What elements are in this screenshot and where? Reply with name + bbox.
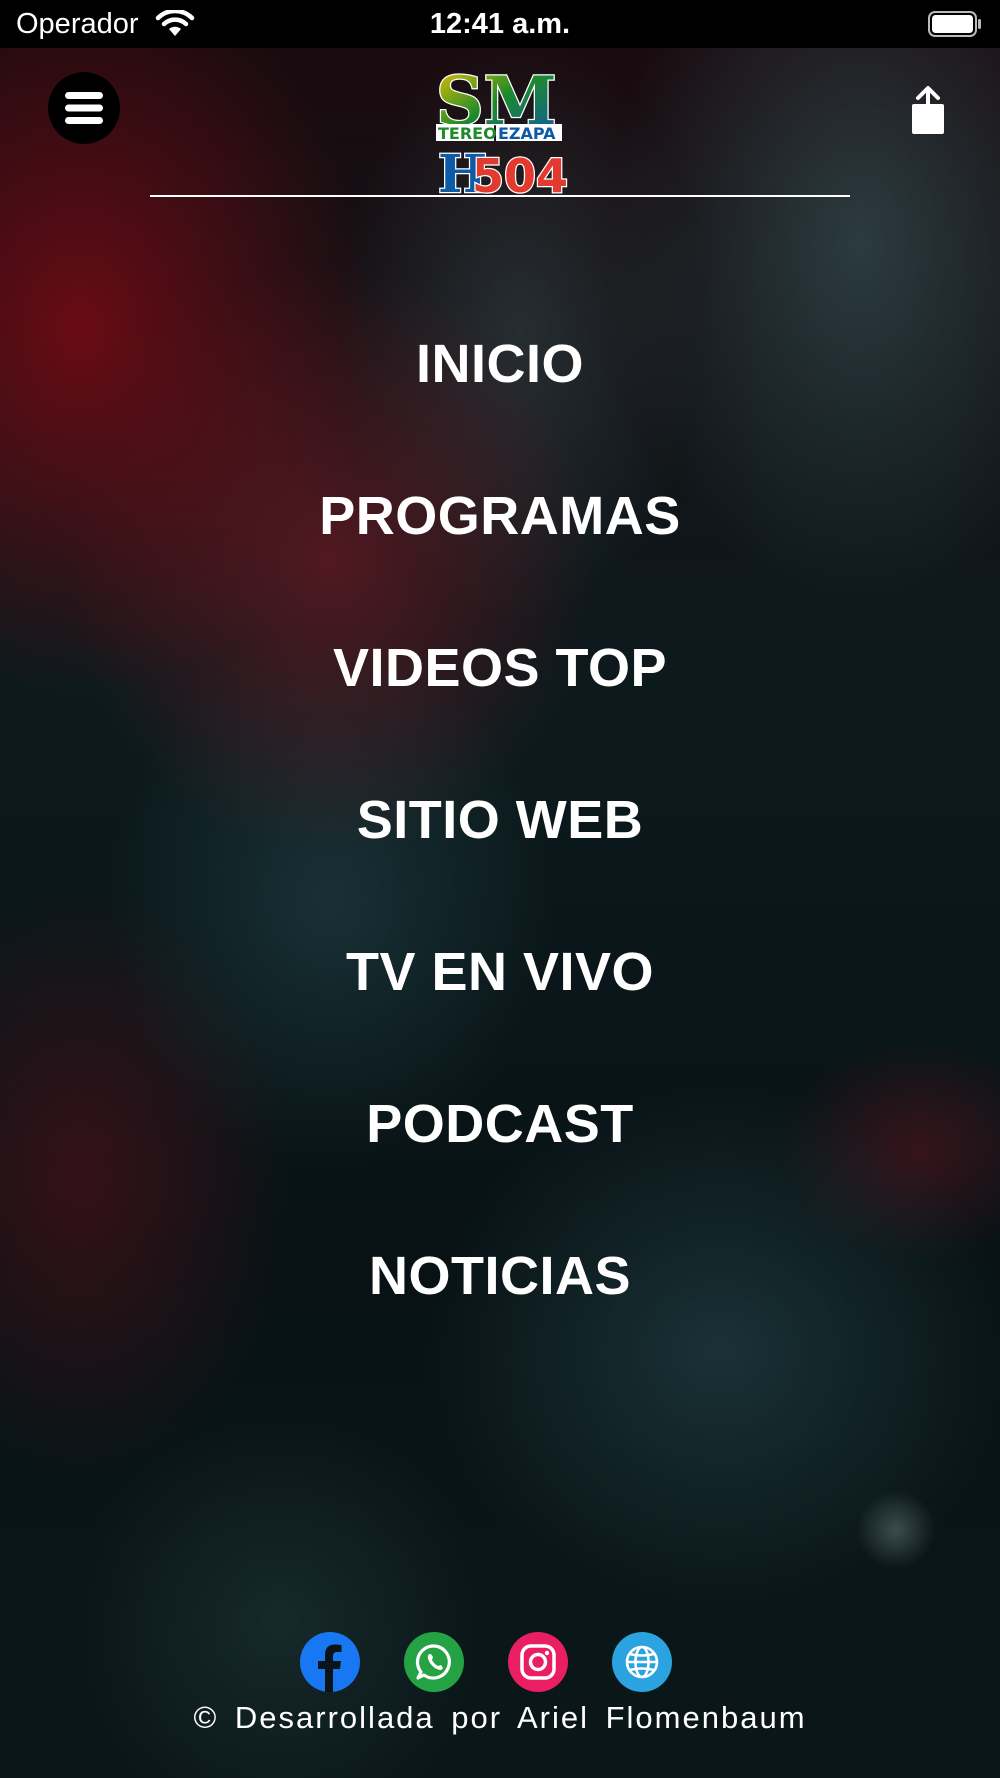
menu-button[interactable] <box>48 72 120 144</box>
header-divider <box>150 195 850 197</box>
menu-item-noticias[interactable]: NOTICIAS <box>0 1237 1000 1389</box>
status-bar: Operador 12:41 a.m. <box>0 0 1000 48</box>
instagram-button[interactable] <box>508 1632 568 1692</box>
svg-text:EZAPA: EZAPA <box>498 124 556 143</box>
svg-text:TEREO: TEREO <box>438 124 497 143</box>
website-button[interactable] <box>612 1632 672 1692</box>
menu-item-label: VIDEOS TOP <box>332 638 668 698</box>
menu-item-tv-en-vivo[interactable]: TV EN VIVO <box>0 933 1000 1085</box>
battery-icon <box>928 11 981 37</box>
whatsapp-button[interactable] <box>404 1632 464 1692</box>
developer-credit: © Desarrollada por Ariel Flomenbaum <box>193 1700 807 1735</box>
instagram-icon <box>520 1644 556 1680</box>
menu-item-label: SITIO WEB <box>356 790 644 850</box>
share-button[interactable] <box>908 86 948 136</box>
main-menu: INICIO PROGRAMAS VIDEOS TOP SITIO WEB TV… <box>0 325 1000 1389</box>
background-glow <box>856 1490 936 1570</box>
clock: 12:41 a.m. <box>429 8 571 40</box>
menu-item-label: PROGRAMAS <box>319 486 681 546</box>
menu-item-label: TV EN VIVO <box>345 942 655 1002</box>
svg-text:504: 504 <box>472 149 568 196</box>
whatsapp-icon <box>415 1644 451 1680</box>
menu-item-label: PODCAST <box>366 1094 634 1154</box>
social-links <box>300 1632 700 1692</box>
station-logo: SM TEREO EZAPA H 504 <box>435 68 568 196</box>
menu-item-sitio-web[interactable]: SITIO WEB <box>0 781 1000 933</box>
hamburger-icon <box>65 92 103 124</box>
menu-item-videos-top[interactable]: VIDEOS TOP <box>0 629 1000 781</box>
globe-icon <box>625 1645 659 1679</box>
menu-item-inicio[interactable]: INICIO <box>0 325 1000 477</box>
menu-item-podcast[interactable]: PODCAST <box>0 1085 1000 1237</box>
facebook-button[interactable] <box>300 1632 360 1692</box>
facebook-icon <box>318 1644 342 1692</box>
menu-item-label: INICIO <box>415 334 584 394</box>
menu-item-label: NOTICIAS <box>368 1246 631 1306</box>
menu-item-programas[interactable]: PROGRAMAS <box>0 477 1000 629</box>
